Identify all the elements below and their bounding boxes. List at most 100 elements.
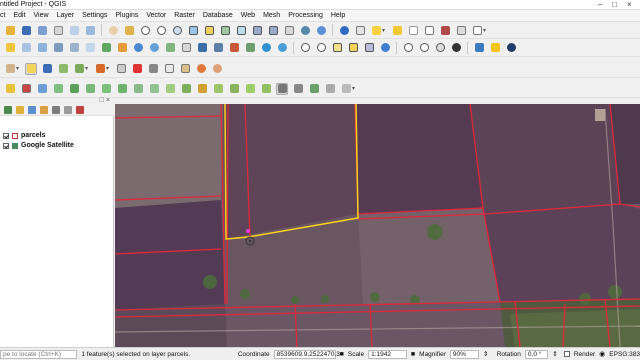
- add-vector-layer-icon[interactable]: [100, 42, 112, 54]
- panel-float-close-icon[interactable]: □ ×: [100, 97, 110, 104]
- render-checkbox[interactable]: [563, 351, 570, 357]
- new-temporary-layer-icon[interactable]: [84, 42, 96, 54]
- magnifier-spin-icon[interactable]: ⇕: [483, 350, 493, 358]
- expand-all-icon[interactable]: [52, 105, 60, 114]
- menu-settings[interactable]: Settings: [78, 12, 111, 19]
- magnifier-zoom-out-icon[interactable]: [418, 42, 430, 54]
- copy-features-icon[interactable]: [163, 63, 175, 75]
- menu-view[interactable]: View: [30, 12, 53, 19]
- add-delimited-text-layer-icon[interactable]: [180, 42, 192, 54]
- modify-attributes-icon[interactable]: [115, 63, 127, 75]
- vertex-tool-icon[interactable]: [94, 63, 106, 75]
- add-raster-layer-icon[interactable]: [116, 42, 128, 54]
- current-edits-icon[interactable]: [4, 63, 16, 75]
- maximize-icon[interactable]: □: [612, 0, 617, 10]
- pan-to-selection-icon[interactable]: [123, 24, 135, 36]
- save-layer-edits-icon[interactable]: [41, 63, 53, 75]
- layer-item-google-satellite[interactable]: Google Satellite: [3, 142, 74, 149]
- fill-ring-icon[interactable]: [116, 83, 128, 95]
- add-postgis-layer-icon[interactable]: [196, 42, 208, 54]
- identify-features-icon[interactable]: [338, 24, 350, 36]
- delete-part-icon[interactable]: [148, 83, 160, 95]
- delete-selected-icon[interactable]: [131, 63, 143, 75]
- style-manager-icon[interactable]: [84, 24, 96, 36]
- field-calculator-icon[interactable]: [423, 24, 435, 36]
- layer-visibility-checkbox[interactable]: [3, 132, 9, 139]
- python-console-icon[interactable]: [473, 42, 485, 54]
- temporal-controller-icon[interactable]: [299, 24, 311, 36]
- lock-scale-icon[interactable]: ■: [411, 351, 415, 358]
- save-as-icon[interactable]: [36, 24, 48, 36]
- delete-ring-icon[interactable]: [132, 83, 144, 95]
- pan-hand-icon[interactable]: [107, 24, 119, 36]
- layer-visibility-checkbox[interactable]: [3, 142, 9, 149]
- plugin-lightning-icon[interactable]: [489, 42, 501, 54]
- zoom-last-icon[interactable]: [251, 24, 263, 36]
- toggle-editing-pencil-icon[interactable]: [25, 62, 37, 75]
- menu-mesh[interactable]: Mesh: [259, 12, 284, 19]
- manage-visibility-icon[interactable]: [28, 105, 36, 114]
- cut-features-icon[interactable]: [147, 63, 159, 75]
- new-map-view-icon[interactable]: [283, 24, 295, 36]
- menu-vector[interactable]: Vector: [142, 12, 170, 19]
- add-xyz-layer-icon[interactable]: [260, 42, 272, 54]
- chevron-down-icon[interactable]: ▾: [16, 65, 22, 72]
- zoom-in-icon[interactable]: [299, 42, 311, 54]
- menu-plugins[interactable]: Plugins: [111, 12, 142, 19]
- deselect-all-icon[interactable]: [407, 24, 419, 36]
- redo-icon[interactable]: [211, 63, 223, 75]
- chevron-down-icon[interactable]: ▾: [85, 65, 91, 72]
- label-dropdown-icon[interactable]: [340, 83, 352, 95]
- zoom-out-icon[interactable]: [155, 24, 167, 36]
- crs-icon[interactable]: ◉: [599, 350, 605, 358]
- zoom-previous-icon[interactable]: [363, 42, 375, 54]
- layout-manager-icon[interactable]: [68, 24, 80, 36]
- rotation-spin-icon[interactable]: ⇕: [552, 350, 560, 358]
- add-vector-tile-layer-icon[interactable]: [244, 42, 256, 54]
- minimize-icon[interactable]: –: [598, 0, 602, 10]
- menu-processing[interactable]: Processing: [284, 12, 327, 19]
- remove-layer-icon[interactable]: [76, 105, 84, 114]
- scale-lock-icon[interactable]: ■: [340, 351, 344, 358]
- open-layer-styling-icon[interactable]: [4, 105, 12, 114]
- simplify-feature-icon[interactable]: [68, 83, 80, 95]
- chevron-down-icon[interactable]: ▾: [382, 27, 388, 34]
- magnifier-zoom-in-icon[interactable]: [402, 42, 414, 54]
- chevron-down-icon[interactable]: ▾: [352, 85, 358, 92]
- move-feature-icon[interactable]: [36, 83, 48, 95]
- add-mesh-layer-icon[interactable]: [164, 42, 176, 54]
- close-icon[interactable]: ×: [627, 0, 632, 10]
- merge-features-icon[interactable]: [244, 83, 256, 95]
- zoom-selection-icon[interactable]: [347, 42, 359, 54]
- new-spatialite-layer-icon[interactable]: [52, 42, 64, 54]
- zoom-full-icon[interactable]: [187, 24, 199, 36]
- coordinate-field[interactable]: 8539609.9,2522470.3: [273, 349, 340, 359]
- map-canvas[interactable]: [115, 104, 640, 347]
- magnifier-field[interactable]: 90%: [449, 349, 480, 359]
- menu-project[interactable]: ct: [0, 12, 9, 19]
- select-features-icon[interactable]: [370, 24, 382, 36]
- menu-help[interactable]: Help: [327, 12, 349, 19]
- add-polygon-feature-icon[interactable]: [57, 63, 69, 75]
- digitize-shape-icon[interactable]: [73, 63, 85, 75]
- data-source-manager-icon[interactable]: [4, 42, 16, 54]
- add-arcgis-layer-icon[interactable]: [276, 42, 288, 54]
- menu-raster[interactable]: Raster: [170, 12, 199, 19]
- reverse-line-icon[interactable]: [196, 83, 208, 95]
- menu-web[interactable]: Web: [237, 12, 259, 19]
- rotation-field[interactable]: 0.0 °: [524, 349, 549, 359]
- add-oracle-layer-icon[interactable]: [228, 42, 240, 54]
- measure-icon[interactable]: [455, 24, 467, 36]
- menu-layer[interactable]: Layer: [53, 12, 79, 19]
- add-group-icon[interactable]: [16, 105, 24, 114]
- zoom-next-icon[interactable]: [267, 24, 279, 36]
- refresh-icon[interactable]: [315, 24, 327, 36]
- pin-label-icon[interactable]: [308, 83, 320, 95]
- select-by-value-icon[interactable]: [391, 24, 403, 36]
- advanced-digitizing-icon[interactable]: [20, 83, 32, 95]
- crs-label[interactable]: EPSG:383: [609, 351, 640, 358]
- menu-database[interactable]: Database: [199, 12, 237, 19]
- rotate-feature-icon[interactable]: [52, 83, 64, 95]
- zoom-layer-icon[interactable]: [331, 42, 343, 54]
- zoom-to-layer-icon[interactable]: [219, 24, 231, 36]
